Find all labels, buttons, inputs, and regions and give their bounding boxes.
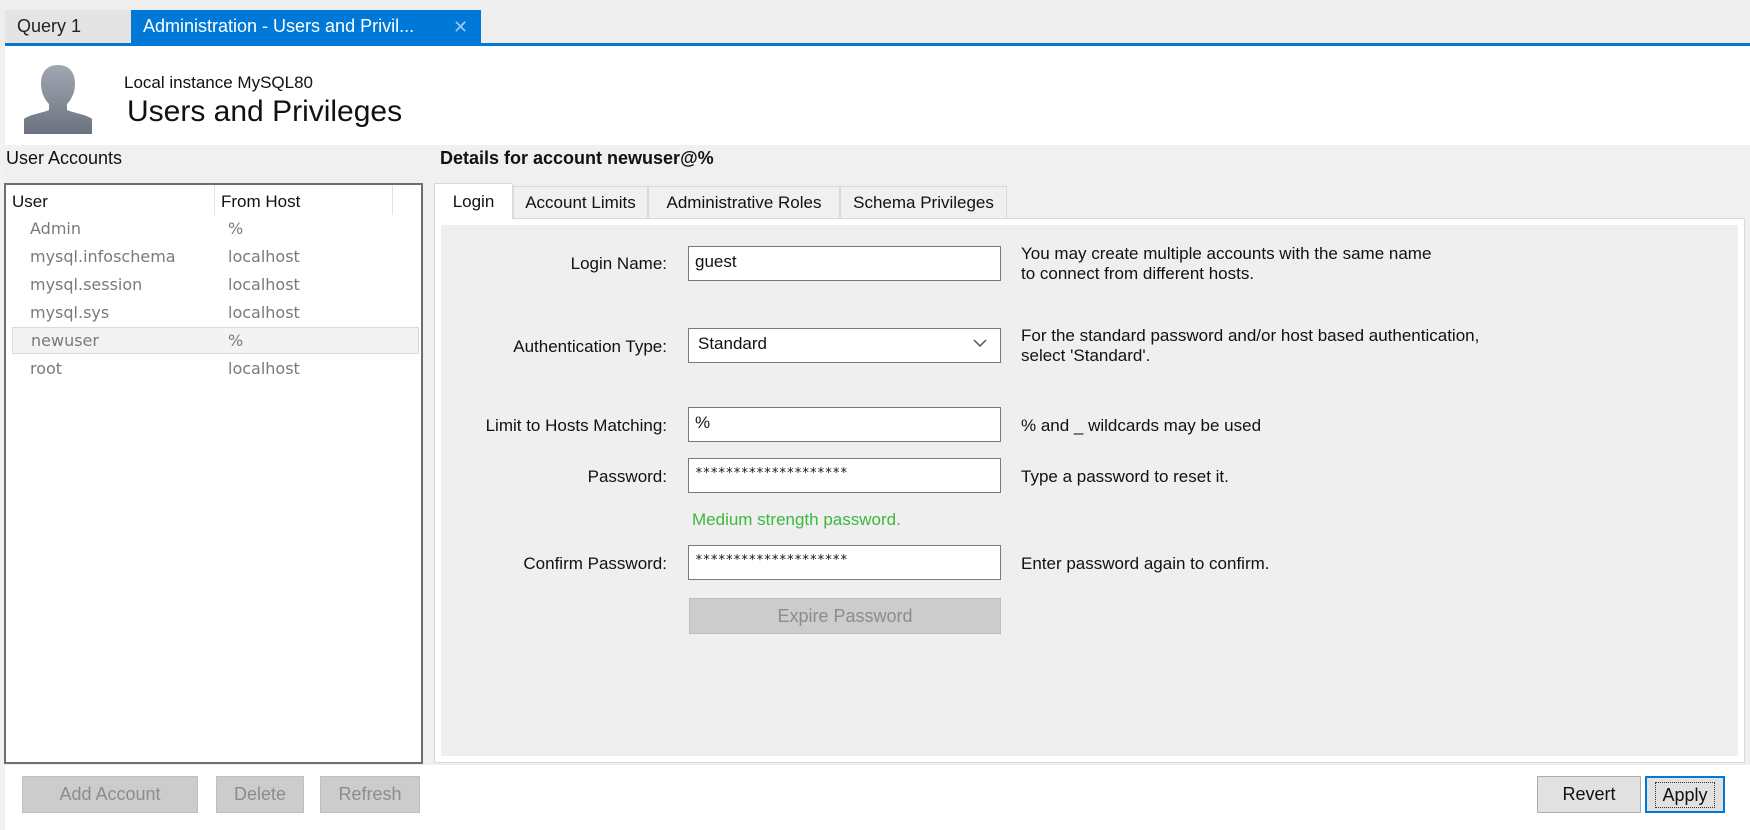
login-form <box>441 225 1738 756</box>
help-line: For the standard password and/or host ba… <box>1021 326 1480 345</box>
page-title: Users and Privileges <box>127 95 403 128</box>
user-silhouette-icon <box>24 65 92 134</box>
add-account-button[interactable]: Add Account <box>22 776 198 813</box>
user-name: mysql.infoschema <box>30 247 176 266</box>
column-header-from-host[interactable]: From Host <box>221 192 300 212</box>
expire-password-button[interactable]: Expire Password <box>689 598 1001 634</box>
document-tab-bar: Query 1 Administration - Users and Privi… <box>0 0 1750 46</box>
user-host: % <box>228 219 244 238</box>
chevron-down-icon <box>973 339 987 348</box>
tab-administration-users[interactable]: Administration - Users and Privil... ✕ <box>131 10 481 43</box>
auth-type-help: For the standard password and/or host ba… <box>1021 326 1479 366</box>
user-name: Admin <box>30 219 81 238</box>
column-divider[interactable] <box>214 185 215 215</box>
auth-type-select[interactable]: Standard <box>688 328 1001 363</box>
hosts-input[interactable]: % <box>688 407 1001 442</box>
login-name-help: You may create multiple accounts with th… <box>1021 244 1431 284</box>
list-item[interactable]: Admin % <box>12 215 419 242</box>
user-accounts-list[interactable]: User From Host Admin % mysql.infoschema … <box>4 183 423 764</box>
list-item[interactable]: mysql.sys localhost <box>12 299 419 326</box>
auth-type-value: Standard <box>698 334 767 353</box>
list-item-selected[interactable]: newuser % <box>12 327 419 354</box>
list-header: User From Host <box>6 185 421 215</box>
user-host: localhost <box>228 359 300 378</box>
confirm-password-input[interactable]: ******************** <box>688 545 1001 580</box>
revert-button[interactable]: Revert <box>1537 776 1641 813</box>
tab-bar-underline <box>5 43 1750 46</box>
password-input[interactable]: ******************** <box>688 458 1001 493</box>
auth-type-label: Authentication Type: <box>513 337 667 356</box>
user-name: mysql.session <box>30 275 143 294</box>
user-host: localhost <box>228 275 300 294</box>
password-label: Password: <box>587 467 667 486</box>
column-divider[interactable] <box>392 185 393 215</box>
tab-schema-privileges[interactable]: Schema Privileges <box>840 186 1007 218</box>
close-icon[interactable]: ✕ <box>453 11 468 44</box>
list-item[interactable]: mysql.session localhost <box>12 271 419 298</box>
tab-query-1[interactable]: Query 1 <box>5 10 131 43</box>
user-accounts-label: User Accounts <box>6 148 123 168</box>
confirm-password-label: Confirm Password: <box>523 554 667 573</box>
tab-login[interactable]: Login <box>434 183 513 219</box>
list-item[interactable]: root localhost <box>12 355 419 382</box>
password-help: Type a password to reset it. <box>1021 467 1229 486</box>
apply-button[interactable]: Apply <box>1645 776 1725 813</box>
user-name: root <box>30 359 63 378</box>
user-host: localhost <box>228 303 300 322</box>
details-title: Details for account newuser@% <box>440 148 714 168</box>
tab-label: Administration - Users and Privil... <box>143 16 415 36</box>
confirm-password-help: Enter password again to confirm. <box>1021 554 1270 573</box>
password-strength: Medium strength password. <box>692 510 901 529</box>
help-line: to connect from different hosts. <box>1021 264 1255 283</box>
tab-account-limits[interactable]: Account Limits <box>513 186 648 218</box>
instance-name: Local instance MySQL80 <box>124 73 313 92</box>
user-host: % <box>228 331 244 350</box>
tab-administrative-roles[interactable]: Administrative Roles <box>648 186 840 218</box>
refresh-button[interactable]: Refresh <box>320 776 420 813</box>
list-item[interactable]: mysql.infoschema localhost <box>12 243 419 270</box>
column-header-user[interactable]: User <box>12 192 48 212</box>
hosts-label: Limit to Hosts Matching: <box>485 416 667 435</box>
delete-button[interactable]: Delete <box>216 776 304 813</box>
user-name: newuser <box>31 331 99 350</box>
login-name-label: Login Name: <box>570 254 667 273</box>
help-line: You may create multiple accounts with th… <box>1021 244 1432 263</box>
login-name-input[interactable]: guest <box>688 246 1001 281</box>
help-line: select 'Standard'. <box>1021 346 1151 365</box>
user-name: mysql.sys <box>30 303 110 322</box>
user-host: localhost <box>228 247 300 266</box>
apply-label: Apply <box>1655 782 1715 808</box>
hosts-help: % and _ wildcards may be used <box>1021 416 1262 435</box>
